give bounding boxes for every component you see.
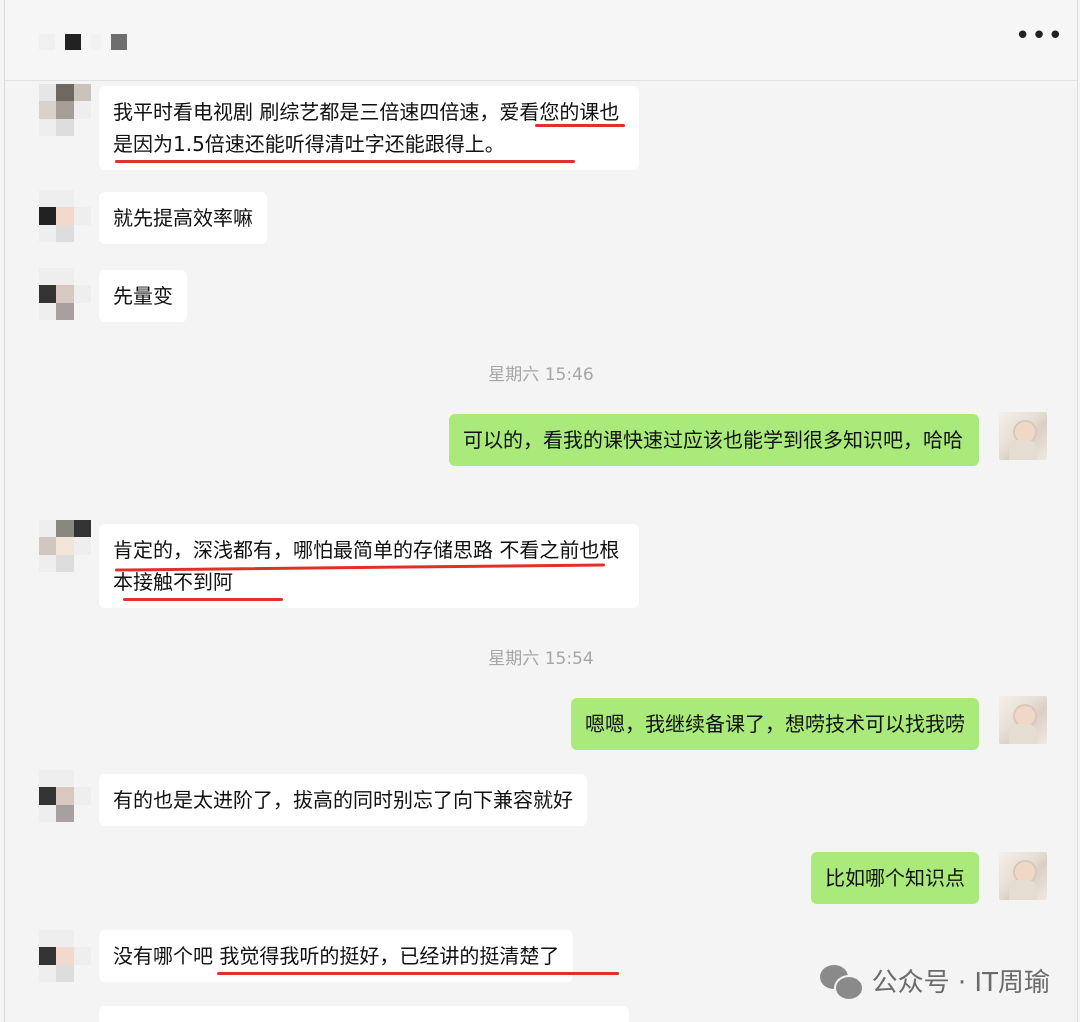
watermark-text: 公众号 · IT周瑜	[871, 968, 1050, 998]
message-text: 就先提高效率嘛	[113, 206, 253, 230]
contact-avatar[interactable]	[39, 190, 91, 242]
contact-avatar[interactable]	[39, 930, 91, 982]
watermark: 公众号 · IT周瑜	[819, 962, 1050, 1001]
timestamp: 星期六 15:46	[488, 365, 594, 385]
message-bubble-self[interactable]: 嗯嗯，我继续备课了，想唠技术可以找我唠	[571, 698, 979, 750]
contact-avatar[interactable]	[39, 520, 91, 572]
message-text: 没有哪个吧 我觉得我听的挺好，已经讲的挺清楚了	[113, 944, 560, 968]
red-underline	[123, 598, 283, 601]
contact-avatar[interactable]	[39, 84, 91, 136]
message-bubble-self[interactable]: 可以的，看我的课快速过应该也能学到很多知识吧，哈哈	[449, 414, 979, 466]
message-bubble[interactable]: 有的也是太进阶了，拔高的同时别忘了向下兼容就好	[99, 774, 587, 826]
message-text: 先量变	[113, 284, 173, 308]
message-text: 可以的，看我的课快速过应该也能学到很多知识吧，哈哈	[463, 428, 963, 452]
message-bubble[interactable]: 先量变	[99, 270, 187, 322]
red-underline	[217, 972, 619, 975]
message-text: 嗯嗯，我继续备课了，想唠技术可以找我唠	[585, 712, 965, 736]
message-text: 有的也是太进阶了，拔高的同时别忘了向下兼容就好	[113, 788, 573, 812]
red-underline	[115, 160, 575, 163]
chat-window: ••• 我平时看电视剧 刷综艺都是三倍速四倍速，爱看您的课也是因为1.5倍速还能…	[4, 0, 1078, 1022]
red-underline	[535, 124, 625, 127]
message-bubble-self[interactable]: 比如哪个知识点	[811, 852, 979, 904]
message-bubble-partial[interactable]	[99, 1006, 629, 1022]
wechat-icon	[819, 963, 864, 1001]
user-avatar[interactable]	[999, 852, 1047, 900]
message-bubble[interactable]: 我平时看电视剧 刷综艺都是三倍速四倍速，爱看您的课也是因为1.5倍速还能听得清吐…	[99, 86, 639, 170]
contact-name-pixelated	[39, 34, 127, 50]
contact-avatar[interactable]	[39, 268, 91, 320]
chat-header: •••	[5, 0, 1077, 81]
contact-avatar[interactable]	[39, 770, 91, 822]
user-avatar[interactable]	[999, 696, 1047, 744]
more-options-button[interactable]: •••	[1015, 22, 1063, 50]
message-text: 我平时看电视剧 刷综艺都是三倍速四倍速，爱看您的课也是因为1.5倍速还能听得清吐…	[113, 100, 620, 156]
timestamp: 星期六 15:54	[488, 649, 594, 669]
message-bubble[interactable]: 就先提高效率嘛	[99, 192, 267, 244]
message-text: 比如哪个知识点	[825, 866, 965, 890]
user-avatar[interactable]	[999, 412, 1047, 460]
